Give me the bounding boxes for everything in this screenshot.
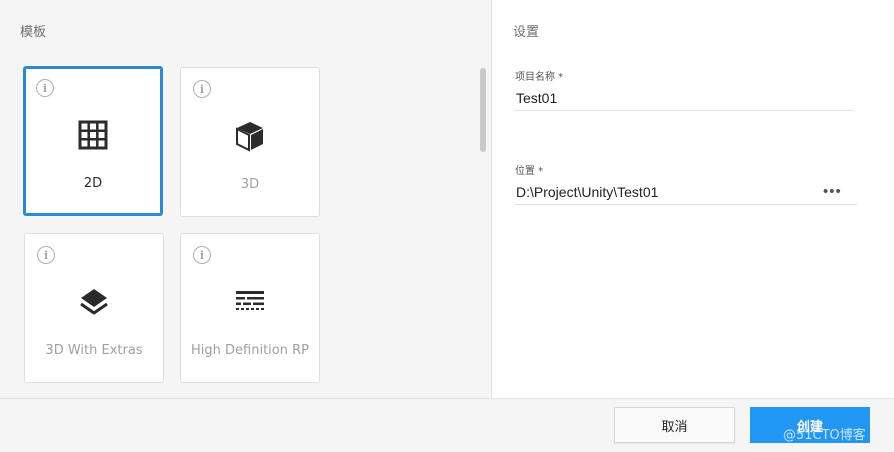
templates-scrollbar[interactable] (480, 68, 486, 152)
template-label: High Definition RP (191, 343, 309, 358)
info-icon[interactable]: i (36, 79, 54, 97)
location-label: 位置 * (515, 166, 544, 177)
template-card-3d[interactable]: i 3D (180, 67, 320, 217)
template-label: 3D With Extras (45, 343, 143, 358)
template-label: 3D (240, 177, 260, 192)
template-card-2d[interactable]: i 2D (23, 66, 163, 216)
settings-title: 设置 (513, 25, 540, 40)
cube-icon (236, 122, 263, 152)
info-icon[interactable]: i (193, 246, 211, 264)
templates-panel: 模板 i 2D i 3D i 3D With Extras i High Def… (0, 0, 491, 398)
layers-icon (80, 289, 108, 315)
template-label: 2D (83, 176, 103, 191)
cancel-button[interactable]: 取消 (614, 407, 735, 443)
watermark: @51CTO博客 (783, 428, 866, 443)
project-name-label: 项目名称 * (515, 72, 564, 83)
info-icon[interactable]: i (193, 80, 211, 98)
templates-title: 模板 (20, 25, 47, 40)
template-card-3d-with-extras[interactable]: i 3D With Extras (24, 233, 164, 383)
settings-panel: 设置 项目名称 * 位置 * ••• (491, 0, 894, 398)
template-card-hdrp[interactable]: i High Definition RP (180, 233, 320, 383)
hdrp-lines-icon (236, 291, 264, 310)
info-icon[interactable]: i (37, 246, 55, 264)
project-name-input[interactable] (514, 85, 853, 111)
browse-more-button[interactable]: ••• (823, 183, 842, 200)
location-input[interactable] (514, 179, 857, 205)
grid-icon (78, 120, 108, 150)
